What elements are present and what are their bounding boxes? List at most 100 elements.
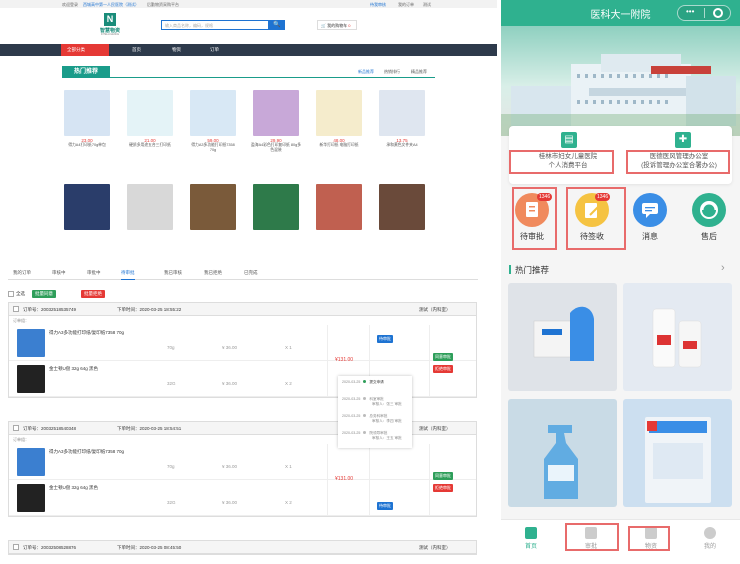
wipes-package-image — [645, 417, 711, 503]
nav-goods[interactable]: 物资 — [172, 44, 181, 56]
main-nav: 全部分类 首页 物资 订单 — [0, 44, 497, 56]
approve-button[interactable]: 同意审批 — [433, 472, 453, 480]
highlight-box-pending — [512, 187, 557, 250]
welcome-text: 欢迎登录 — [62, 1, 78, 7]
product-card[interactable] — [251, 184, 301, 230]
order-total: ¥131.00 — [335, 476, 354, 482]
product-image — [64, 184, 110, 230]
product-card-gloves[interactable] — [508, 283, 617, 391]
close-icon[interactable] — [713, 8, 723, 18]
bulk-reject-button[interactable]: 批量拒绝 — [81, 290, 105, 298]
column-divider — [429, 444, 430, 516]
hot-tab-quality[interactable]: 精品推荐 — [411, 69, 427, 75]
chevron-right-icon[interactable]: › — [721, 262, 725, 274]
order-status[interactable]: 待审批 — [377, 335, 393, 343]
step-date: 2020-03-25 — [342, 380, 361, 384]
after-sale-label: 售后 — [701, 232, 717, 241]
order-number: 订单号：20032518540348 — [23, 426, 77, 431]
after-sale-icon — [692, 193, 726, 227]
reject-button[interactable]: 拒绝审批 — [433, 365, 453, 373]
search-input[interactable]: 输入商品名称，编码，规格 — [161, 20, 269, 30]
product-card[interactable]: 21.00 硬质多用途五合三打印纸 — [125, 90, 175, 148]
order-time: 下单时间：2020-03-25 18:54:51 — [117, 426, 182, 431]
order-status[interactable]: 待审批 — [377, 502, 393, 510]
order-item-row: 得力A3多功能打印纸/复印纸7358 70g 70g ¥ 36.00 X 1 — [9, 444, 476, 480]
top-link-review[interactable]: 待我审核 — [370, 2, 386, 8]
tab-reviewing[interactable]: 审核中 — [52, 270, 66, 276]
product-image — [190, 90, 236, 136]
product-card[interactable]: 13.75 承和黄色文件夹A4 — [377, 90, 427, 148]
select-all-checkbox[interactable] — [8, 291, 14, 297]
bulk-approve-button[interactable]: 批量同意 — [32, 290, 56, 298]
order-checkbox[interactable] — [13, 425, 19, 431]
item-spec: 32G — [167, 500, 176, 505]
product-card[interactable]: 59.00 得力A3多功能打印纸7358 70g — [188, 90, 238, 153]
tab-pending[interactable]: 待审批 — [121, 270, 135, 280]
tab-approved[interactable]: 我已审核 — [164, 270, 182, 276]
approval-progress-popup: 2020-03-25 提交申请 2020-03-25 科室审批 审核人：张三 审批 202… — [338, 376, 412, 448]
gloves-image — [533, 306, 594, 361]
product-card-wipes[interactable] — [623, 399, 732, 507]
step-date: 2020-03-25 — [342, 414, 361, 418]
tab-my-orders[interactable]: 我的订单 — [13, 270, 31, 276]
top-link-user[interactable]: 测试 — [423, 2, 431, 8]
product-image — [316, 90, 362, 136]
product-card[interactable] — [125, 184, 175, 230]
hot-tab-new[interactable]: 新品推荐 — [358, 69, 374, 75]
tab-done[interactable]: 已完成 — [244, 270, 258, 276]
web-admin-panel: 欢迎登录 西城高中第一人民医院（测试） 后勤物资采购平台 待我审核 我的订单 测… — [0, 0, 497, 564]
hot-tab-sales[interactable]: 热销排行 — [384, 69, 400, 75]
progress-step: 2020-03-25 院领导审批 审核人：王五 审批 — [342, 431, 402, 441]
category-menu[interactable]: 全部分类 — [61, 44, 109, 56]
order-dept: 测试（内科室） — [419, 426, 451, 431]
product-card[interactable] — [188, 184, 238, 230]
more-icon[interactable]: ••• — [686, 7, 694, 16]
order-card: 订单号：20032508528876 下单时间：2020-03-25 08:45:… — [8, 540, 477, 555]
order-checkbox[interactable] — [13, 544, 19, 550]
product-card-sanitizer[interactable] — [623, 283, 732, 391]
site-logo[interactable]: N 智慧物资 INTELLIGENCE — [96, 13, 124, 39]
product-card[interactable] — [62, 184, 112, 230]
item-thumbnail — [17, 484, 45, 512]
product-name: 得力A4打印纸70g单包 — [68, 143, 106, 147]
item-price: ¥ 36.00 — [222, 500, 238, 505]
product-image — [253, 184, 299, 230]
hot-accent-bar — [509, 265, 511, 274]
approve-button[interactable]: 同意审批 — [433, 353, 453, 361]
product-card[interactable] — [377, 184, 427, 230]
product-name: 承和黄色文件夹A4 — [386, 143, 418, 147]
step-text: 科室审批 — [369, 397, 384, 401]
nav-orders[interactable]: 订单 — [210, 44, 219, 56]
cart-button[interactable]: 🛒 我的购物车 0 — [317, 20, 357, 30]
tab-approving[interactable]: 审批中 — [87, 270, 101, 276]
search-button[interactable]: 🔍 — [269, 20, 285, 30]
tab-home[interactable]: 首页 — [511, 527, 551, 550]
message-icon — [633, 193, 667, 227]
cart-icon: 🛒 — [321, 23, 326, 28]
product-card[interactable]: 29.90 盈海A4彩色打印复印纸 80g多色混装 — [251, 90, 301, 153]
order-checkbox[interactable] — [13, 306, 19, 312]
tab-rejected[interactable]: 我已拒绝 — [204, 270, 222, 276]
hot-recommend-title: 热门推荐 — [515, 265, 550, 275]
message-label: 消息 — [642, 232, 658, 241]
item-qty: X 2 — [285, 381, 292, 386]
product-image — [316, 184, 362, 230]
product-card-spray[interactable] — [508, 399, 617, 507]
product-card[interactable]: 48.00 新华打印纸 电脑打印纸 — [314, 90, 364, 148]
reject-button[interactable]: 拒绝审批 — [433, 484, 453, 492]
user-link[interactable]: 西城高中第一人民医院（测试） — [83, 2, 139, 8]
top-link-orders[interactable]: 我的订单 — [398, 2, 414, 8]
bottom-tab-bar: 首页 审批 物资 我的 — [501, 519, 740, 564]
product-card[interactable]: 23.00 得力A4打印纸70g单包 — [62, 90, 112, 148]
order-dept: 测试（内科室） — [419, 545, 451, 550]
select-all-label: 全选 — [16, 291, 25, 296]
product-card[interactable] — [314, 184, 364, 230]
tab-mine[interactable]: 我的 — [690, 527, 730, 550]
mobile-app: 医科大一附院 ••• ▤ 桂林市妇女儿童医院 个人消费平台 ✚ 医德医风管理办公… — [501, 0, 740, 564]
item-qty: X 2 — [285, 500, 292, 505]
mini-program-capsule[interactable]: ••• — [677, 5, 731, 21]
item-thumbnail — [17, 329, 45, 357]
order-dept: 测试（内科室） — [419, 307, 451, 312]
nav-home[interactable]: 首页 — [132, 44, 141, 56]
logo-en: INTELLIGENCE — [100, 33, 120, 36]
